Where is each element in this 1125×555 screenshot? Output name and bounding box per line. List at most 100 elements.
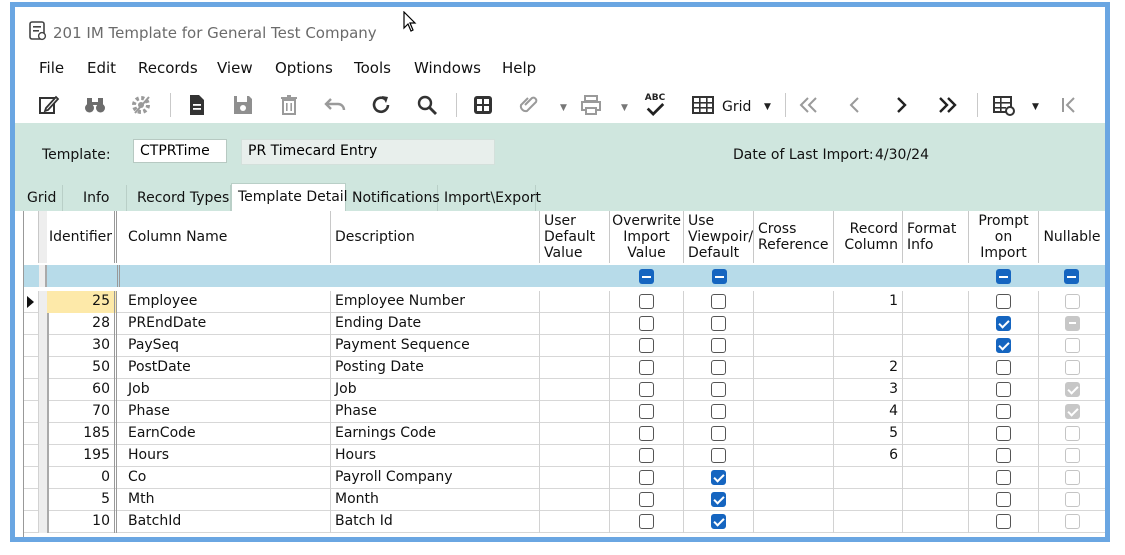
- user-default-value-cell[interactable]: [540, 489, 610, 511]
- use-viewpoint-cell[interactable]: [684, 357, 754, 379]
- description-cell[interactable]: Payroll Company: [331, 467, 540, 489]
- header-user-default-value[interactable]: User Default Value: [540, 211, 610, 263]
- menu-help[interactable]: Help: [502, 59, 536, 77]
- table-row[interactable]: 0 Co Payroll Company: [24, 467, 1105, 489]
- undo-icon[interactable]: [321, 91, 349, 119]
- column-name-cell[interactable]: Employee: [124, 291, 331, 313]
- use-viewpoint-cell[interactable]: [684, 379, 754, 401]
- prompt-cell[interactable]: [969, 335, 1039, 357]
- cross-reference-cell[interactable]: [754, 489, 834, 511]
- record-column-cell[interactable]: 5: [834, 423, 903, 445]
- description-cell[interactable]: Posting Date: [331, 357, 540, 379]
- table-row[interactable]: 185 EarnCode Earnings Code 5: [24, 423, 1105, 445]
- use-viewpoint-checkbox[interactable]: [711, 514, 726, 529]
- column-name-cell[interactable]: PREndDate: [124, 313, 331, 335]
- description-cell[interactable]: Payment Sequence: [331, 335, 540, 357]
- column-name-cell[interactable]: Phase: [124, 401, 331, 423]
- column-name-cell[interactable]: Mth: [124, 489, 331, 511]
- menu-records[interactable]: Records: [138, 59, 198, 77]
- overwrite-checkbox[interactable]: [639, 360, 654, 375]
- nullable-checkbox[interactable]: [1064, 448, 1080, 463]
- identifier-cell[interactable]: 185: [47, 423, 117, 445]
- description-cell[interactable]: Hours: [331, 445, 540, 467]
- table-row[interactable]: 60 Job Job 3: [24, 379, 1105, 401]
- overwrite-cell[interactable]: [610, 489, 684, 511]
- nullable-checkbox[interactable]: [1064, 316, 1080, 331]
- header-use-viewpoint-default[interactable]: Use Viewpoir/ Default: [684, 211, 754, 263]
- overwrite-cell[interactable]: [610, 313, 684, 335]
- prompt-cell[interactable]: [969, 313, 1039, 335]
- table-row[interactable]: 70 Phase Phase 4: [24, 401, 1105, 423]
- overwrite-checkbox[interactable]: [639, 338, 654, 353]
- prompt-checkbox[interactable]: [996, 360, 1011, 375]
- refresh-icon[interactable]: [367, 91, 395, 119]
- overwrite-cell[interactable]: [610, 467, 684, 489]
- overwrite-checkbox[interactable]: [639, 492, 654, 507]
- use-viewpoint-checkbox[interactable]: [711, 448, 726, 463]
- save-icon[interactable]: [229, 91, 257, 119]
- header-overwrite-import-value[interactable]: Overwrite Import Value: [610, 211, 684, 263]
- cross-reference-cell[interactable]: [754, 401, 834, 423]
- prompt-cell[interactable]: [969, 379, 1039, 401]
- table-row[interactable]: 195 Hours Hours 6: [24, 445, 1105, 467]
- prompt-checkbox[interactable]: [996, 426, 1011, 441]
- nullable-checkbox[interactable]: [1064, 426, 1080, 441]
- use-viewpoint-cell[interactable]: [684, 313, 754, 335]
- description-cell[interactable]: Employee Number: [331, 291, 540, 313]
- user-default-value-cell[interactable]: [540, 401, 610, 423]
- format-info-cell[interactable]: [903, 467, 969, 489]
- nullable-checkbox[interactable]: [1064, 404, 1080, 419]
- use-viewpoint-cell[interactable]: [684, 401, 754, 423]
- description-cell[interactable]: Earnings Code: [331, 423, 540, 445]
- format-info-cell[interactable]: [903, 511, 969, 533]
- delete-icon[interactable]: [275, 91, 303, 119]
- use-viewpoint-checkbox[interactable]: [711, 492, 726, 507]
- spellcheck-icon[interactable]: ABC: [641, 91, 669, 119]
- format-info-cell[interactable]: [903, 423, 969, 445]
- template-field[interactable]: CTPRTime: [133, 139, 227, 163]
- format-info-cell[interactable]: [903, 335, 969, 357]
- overwrite-checkbox[interactable]: [639, 470, 654, 485]
- table-row[interactable]: 25 Employee Employee Number 1: [24, 291, 1105, 313]
- user-default-value-cell[interactable]: [540, 511, 610, 533]
- overwrite-checkbox[interactable]: [639, 426, 654, 441]
- identifier-cell[interactable]: 195: [47, 445, 117, 467]
- header-prompt-on-import[interactable]: Prompt on Import: [969, 211, 1039, 263]
- cross-reference-cell[interactable]: [754, 291, 834, 313]
- prompt-cell[interactable]: [969, 511, 1039, 533]
- user-default-value-cell[interactable]: [540, 291, 610, 313]
- cross-reference-cell[interactable]: [754, 335, 834, 357]
- previous-record-icon[interactable]: [841, 91, 869, 119]
- identifier-cell[interactable]: 30: [47, 335, 117, 357]
- identifier-cell[interactable]: 70: [47, 401, 117, 423]
- description-cell[interactable]: Phase: [331, 401, 540, 423]
- record-column-cell[interactable]: [834, 489, 903, 511]
- nullable-checkbox[interactable]: [1064, 294, 1080, 309]
- overwrite-cell[interactable]: [610, 291, 684, 313]
- nullable-cell[interactable]: [1039, 423, 1105, 445]
- user-default-value-cell[interactable]: [540, 467, 610, 489]
- prompt-cell[interactable]: [969, 423, 1039, 445]
- user-default-value-cell[interactable]: [540, 335, 610, 357]
- prompt-cell[interactable]: [969, 467, 1039, 489]
- prompt-checkbox[interactable]: [996, 404, 1011, 419]
- overwrite-checkbox[interactable]: [639, 294, 654, 309]
- use-viewpoint-cell[interactable]: [684, 511, 754, 533]
- nullable-cell[interactable]: [1039, 379, 1105, 401]
- tab-record-types[interactable]: Record Types: [131, 185, 231, 211]
- prompt-checkbox[interactable]: [996, 382, 1011, 397]
- prompt-cell[interactable]: [969, 445, 1039, 467]
- use-viewpoint-cell[interactable]: [684, 423, 754, 445]
- nullable-cell[interactable]: [1039, 445, 1105, 467]
- grid-label[interactable]: Grid: [722, 99, 751, 115]
- menu-options[interactable]: Options: [275, 59, 333, 77]
- binoculars-icon[interactable]: [81, 91, 109, 119]
- grid-dropdown-icon[interactable]: ▼: [764, 102, 771, 112]
- use-viewpoint-checkbox[interactable]: [711, 294, 726, 309]
- menu-view[interactable]: View: [217, 59, 253, 77]
- overwrite-select-all-icon[interactable]: [639, 269, 654, 284]
- overwrite-checkbox[interactable]: [639, 382, 654, 397]
- header-description[interactable]: Description: [331, 211, 540, 263]
- use-viewpoint-select-all-icon[interactable]: [712, 269, 727, 284]
- nullable-cell[interactable]: [1039, 511, 1105, 533]
